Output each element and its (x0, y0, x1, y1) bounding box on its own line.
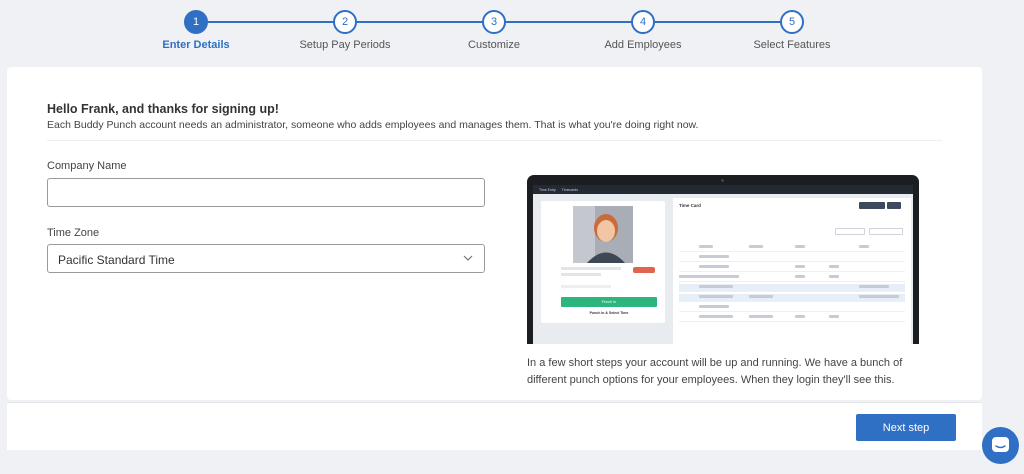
app-nav-bar: Time Entry Timecards (533, 185, 913, 194)
greeting-title: Hello Frank, and thanks for signing up! (47, 102, 279, 116)
onboarding-description: In a few short steps your account will b… (527, 357, 903, 386)
card-footer: Next step (7, 402, 982, 450)
progress-stepper: 1 Enter Details 2 Setup Pay Periods 3 Cu… (0, 0, 1024, 60)
next-step-button[interactable]: Next step (856, 414, 956, 441)
employee-photo (573, 206, 633, 263)
step-label: Enter Details (162, 39, 230, 51)
time-zone-value: Pacific Standard Time (58, 253, 175, 267)
step-number: 4 (631, 10, 655, 34)
step-number: 3 (482, 10, 506, 34)
signup-card: Hello Frank, and thanks for signing up! … (7, 67, 982, 400)
step-label: Add Employees (604, 39, 682, 51)
time-zone-select[interactable]: Pacific Standard Time (47, 244, 485, 273)
step-number: 2 (333, 10, 357, 34)
app-preview-screen: Time Entry Timecards Punch In Punch In &… (533, 185, 913, 344)
time-zone-label: Time Zone (47, 227, 100, 239)
chat-launcher-button[interactable] (982, 427, 1019, 464)
step-number: 5 (780, 10, 804, 34)
step-select-features[interactable]: 5 Select Features (722, 10, 862, 51)
app-preview-laptop: Time Entry Timecards Punch In Punch In &… (527, 175, 919, 344)
section-divider (47, 140, 942, 141)
company-name-input[interactable] (47, 178, 485, 207)
chat-bubble-icon (992, 437, 1009, 452)
past-timecards-button (869, 228, 903, 235)
step-setup-pay-periods[interactable]: 2 Setup Pay Periods (275, 10, 415, 51)
step-number: 1 (184, 10, 208, 34)
laptop-camera (721, 179, 724, 182)
app-tab: Timecards (561, 187, 579, 192)
punch-in-button: Punch In (561, 297, 657, 307)
step-enter-details[interactable]: 1 Enter Details (126, 10, 266, 51)
pto-summary-button (835, 228, 865, 235)
timecard-title: Time Card (679, 203, 701, 208)
step-label: Select Features (753, 39, 831, 51)
status-tag (633, 267, 655, 273)
punch-panel: Punch In Punch In & Select Time (541, 201, 665, 323)
step-customize[interactable]: 3 Customize (424, 10, 564, 51)
chevron-down-icon (463, 255, 473, 261)
step-add-employees[interactable]: 4 Add Employees (573, 10, 713, 51)
add-new-button (859, 202, 885, 209)
app-tab: Time Entry (539, 187, 556, 192)
edit-button (887, 202, 901, 209)
company-name-label: Company Name (47, 160, 127, 172)
punch-select-time-link: Punch In & Select Time (589, 311, 629, 315)
step-label: Customize (468, 39, 520, 51)
step-label: Setup Pay Periods (299, 39, 391, 51)
greeting-subtitle: Each Buddy Punch account needs an admini… (47, 119, 699, 131)
timecard-panel: Time Card (673, 198, 911, 344)
